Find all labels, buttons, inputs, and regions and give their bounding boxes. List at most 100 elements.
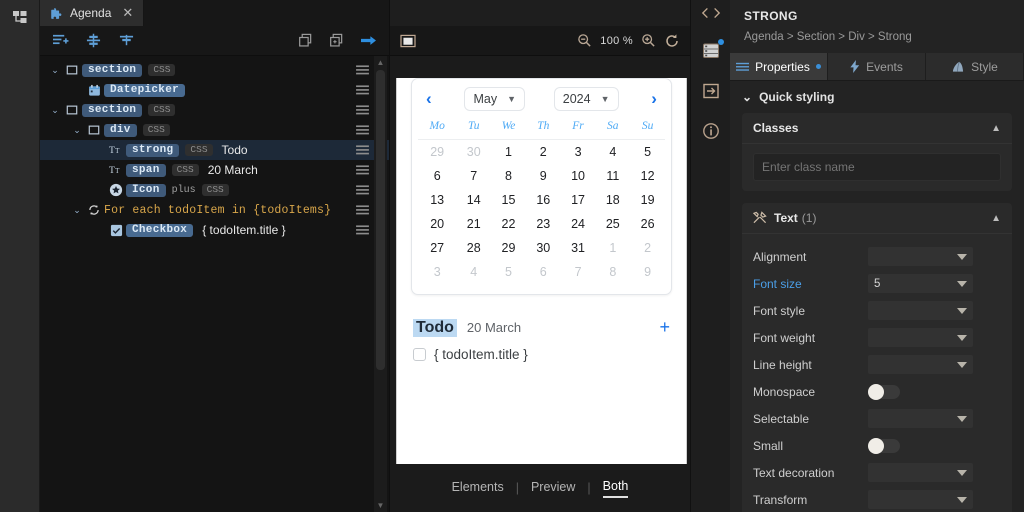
calendar-day[interactable]: 11 (595, 164, 630, 188)
table-row[interactable]: . T T span CSS 20 March (40, 160, 389, 180)
calendar-day[interactable]: 29 (418, 140, 456, 165)
css-badge[interactable]: CSS (143, 124, 170, 136)
calendar-day[interactable]: 4 (456, 260, 491, 284)
property-select[interactable] (868, 301, 973, 320)
table-row[interactable]: ⌄ section CSS (40, 100, 389, 120)
refresh-icon[interactable] (664, 33, 680, 49)
chevron-down-icon[interactable]: ⌄ (48, 65, 62, 76)
calendar-day[interactable]: 25 (595, 212, 630, 236)
month-select[interactable]: May ▼ (464, 87, 525, 111)
list-icon[interactable] (356, 65, 369, 76)
calendar-day[interactable]: 30 (456, 140, 491, 165)
table-row[interactable]: . Datepicker (40, 80, 389, 100)
calendar-day[interactable]: 17 (561, 188, 596, 212)
list-icon[interactable] (356, 85, 369, 96)
calendar-day[interactable]: 24 (561, 212, 596, 236)
chevron-down-icon[interactable]: ⌄ (70, 125, 84, 136)
calendar-day[interactable]: 19 (630, 188, 665, 212)
chevron-down-icon[interactable]: ⌄ (48, 105, 62, 116)
classes-header[interactable]: Classes ▲ (742, 113, 1012, 144)
calendar-day[interactable]: 23 (526, 212, 561, 236)
list-item[interactable]: { todoItem.title } (413, 347, 670, 362)
next-month-button[interactable]: › (647, 89, 661, 109)
css-badge[interactable]: CSS (148, 104, 175, 116)
list-icon[interactable] (356, 205, 369, 216)
add-row-icon[interactable] (52, 33, 69, 48)
calendar-day[interactable]: 12 (630, 164, 665, 188)
todo-checkbox[interactable] (413, 348, 426, 361)
close-icon[interactable]: ✕ (122, 5, 133, 21)
css-badge[interactable]: CSS (202, 184, 229, 196)
property-select[interactable] (868, 355, 973, 374)
list-icon[interactable] (356, 225, 369, 236)
tab-events[interactable]: Events (828, 53, 926, 80)
calendar-day[interactable]: 28 (456, 236, 491, 260)
calendar-day[interactable]: 6 (526, 260, 561, 284)
property-select[interactable] (868, 490, 973, 509)
tab-properties[interactable]: Properties (730, 53, 828, 80)
calendar-day[interactable]: 2 (630, 236, 665, 260)
table-row[interactable]: ⌄ div CSS (40, 120, 389, 140)
calendar-day[interactable]: 3 (418, 260, 456, 284)
calendar-day[interactable]: 14 (456, 188, 491, 212)
calendar-day[interactable]: 29 (491, 236, 526, 260)
tab-elements[interactable]: Elements (452, 480, 504, 496)
scrollbar-thumb[interactable] (376, 70, 385, 370)
list-icon[interactable] (356, 185, 369, 196)
css-badge[interactable]: CSS (172, 164, 199, 176)
css-badge[interactable]: CSS (185, 144, 212, 156)
table-row[interactable]: ⌄ section CSS (40, 60, 389, 80)
calendar-day[interactable]: 20 (418, 212, 456, 236)
copy-icon[interactable] (298, 33, 313, 48)
property-select[interactable] (868, 463, 973, 482)
chevron-up-icon[interactable]: ▲ (991, 213, 1001, 224)
tab-style[interactable]: Style (926, 53, 1024, 80)
calendar-day[interactable]: 8 (595, 260, 630, 284)
list-icon[interactable] (356, 105, 369, 116)
align-center-icon[interactable] (85, 33, 102, 48)
calendar-day[interactable]: 3 (561, 140, 596, 165)
prev-month-button[interactable]: ‹ (422, 89, 436, 109)
list-icon[interactable] (356, 165, 369, 176)
calendar-day[interactable]: 9 (630, 260, 665, 284)
calendar-day[interactable]: 22 (491, 212, 526, 236)
property-toggle[interactable] (868, 439, 900, 453)
calendar-day[interactable]: 5 (630, 140, 665, 165)
align-top-icon[interactable] (118, 33, 135, 48)
table-row[interactable]: . Icon plus CSS (40, 180, 389, 200)
zoom-in-icon[interactable] (641, 33, 656, 48)
calendar-day[interactable]: 27 (418, 236, 456, 260)
sitemap-icon[interactable] (10, 8, 30, 28)
info-icon[interactable] (702, 122, 720, 140)
class-name-input[interactable] (753, 153, 1001, 181)
property-select[interactable] (868, 328, 973, 347)
zoom-out-icon[interactable] (577, 33, 592, 48)
table-row-loop[interactable]: ⌄ For each todoItem in {todoItems} (40, 200, 389, 220)
property-toggle[interactable] (868, 385, 900, 399)
calendar-day[interactable]: 8 (491, 164, 526, 188)
code-brackets-icon[interactable] (701, 6, 721, 20)
calendar-day[interactable]: 13 (418, 188, 456, 212)
calendar-day[interactable]: 31 (561, 236, 596, 260)
calendar-day[interactable]: 4 (595, 140, 630, 165)
property-select[interactable] (868, 247, 973, 266)
panel-layout-icon[interactable] (400, 34, 416, 48)
calendar-day[interactable]: 9 (526, 164, 561, 188)
calendar-day[interactable]: 7 (456, 164, 491, 188)
calendar-day[interactable]: 10 (561, 164, 596, 188)
calendar-day[interactable]: 1 (491, 140, 526, 165)
calendar-day[interactable]: 21 (456, 212, 491, 236)
calendar-day[interactable]: 1 (595, 236, 630, 260)
calendar-day[interactable]: 2 (526, 140, 561, 165)
tree-scrollbar[interactable]: ▲ ▼ (374, 56, 387, 512)
tab-agenda[interactable]: Agenda ✕ (40, 0, 144, 26)
tab-preview[interactable]: Preview (531, 480, 575, 496)
table-row-selected[interactable]: . T T strong CSS Todo (40, 140, 389, 160)
duplicate-icon[interactable] (329, 33, 344, 48)
css-badge[interactable]: CSS (148, 64, 175, 76)
year-select[interactable]: 2024 ▼ (554, 87, 619, 111)
add-todo-button[interactable]: + (659, 317, 670, 338)
calendar-day[interactable]: 26 (630, 212, 665, 236)
quick-styling-header[interactable]: ⌄ Quick styling (730, 81, 1024, 113)
chevron-down-icon[interactable]: ⌄ (70, 205, 84, 216)
